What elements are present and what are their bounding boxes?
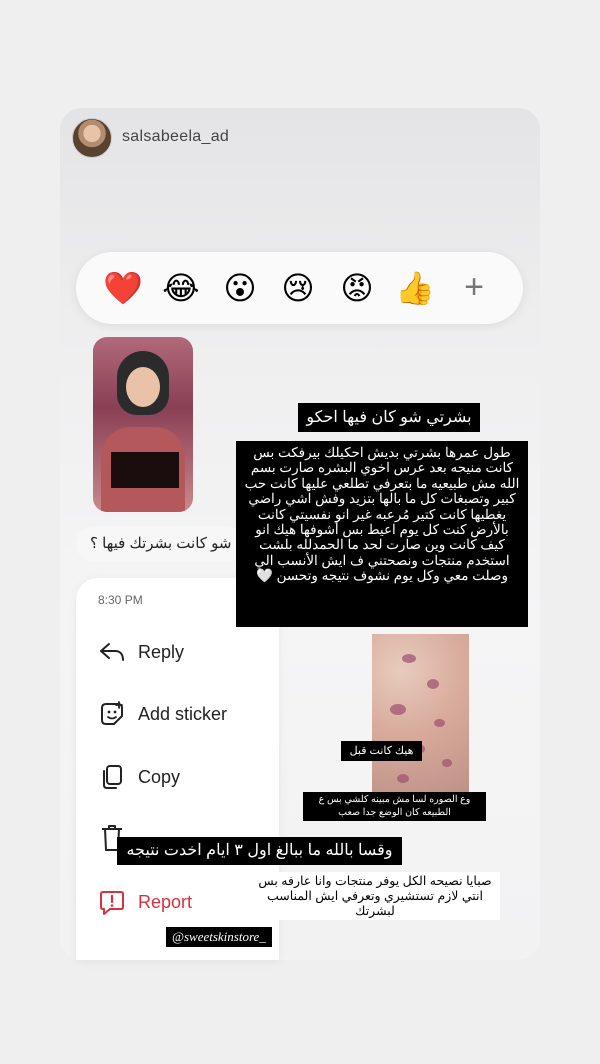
caption-photo-note: وع الصوره لسا مش مبينه كلشي بس ع الطبيعه… [303,792,486,821]
blemish [427,679,439,689]
thumbs-up-reaction-icon[interactable]: 👍 [395,268,435,308]
reply-menu-item[interactable]: Reply [98,636,268,672]
caption-before: هيك كانت قبل [341,741,422,761]
reply-message-bubble[interactable]: شو كانت بشرتك فيها ؟ [76,526,246,562]
reply-label: Reply [138,642,185,662]
more-reactions-icon[interactable]: + [458,270,490,306]
blemish [390,704,406,715]
shared-story-thumbnail[interactable] [93,337,193,512]
profile-avatar[interactable] [72,118,112,158]
sad-reaction-icon[interactable]: 😢 [278,268,318,308]
report-label: Report [138,892,193,912]
thumbnail-face [126,367,160,407]
angry-reaction-icon[interactable]: 😡 [337,268,377,308]
caption-swear: وقسا بالله ما ببالغ اول ٣ ايام اخدت نتيج… [117,837,402,865]
blemish [442,759,452,767]
store-mention-tag[interactable]: @sweetskinstore_ [166,927,272,947]
thumbnail-caption-box [111,452,179,488]
report-icon [100,891,124,915]
sticker-icon [101,701,123,725]
copy-icon [103,765,122,789]
copy-menu-item[interactable]: Copy [98,761,268,797]
blemish [402,654,416,663]
add-sticker-label: Add sticker [138,704,228,724]
caption-advice: صبايا نصيحه الكل يوفر منتجات وانا عارفه … [250,872,500,920]
reply-icon [100,643,124,661]
copy-label: Copy [138,767,181,787]
report-menu-item[interactable]: Report [98,886,268,922]
surprised-reaction-icon[interactable]: 😮 [220,268,260,308]
message-time: 8:30 PM [98,593,143,607]
story-username[interactable]: salsabeela_ad [122,128,229,146]
skin-before-photo [372,634,469,812]
laugh-reaction-icon[interactable]: 😂 [161,268,201,308]
caption-story: طول عمرها بشرتي بديش احكيلك بيرفكت بس كا… [236,441,528,627]
blemish [397,774,409,783]
caption-title: بشرتي شو كان فيها احكو [298,403,480,432]
blemish [434,719,445,727]
heart-reaction-icon[interactable]: ❤️ [103,268,143,308]
add-sticker-menu-item[interactable]: Add sticker [98,698,268,734]
